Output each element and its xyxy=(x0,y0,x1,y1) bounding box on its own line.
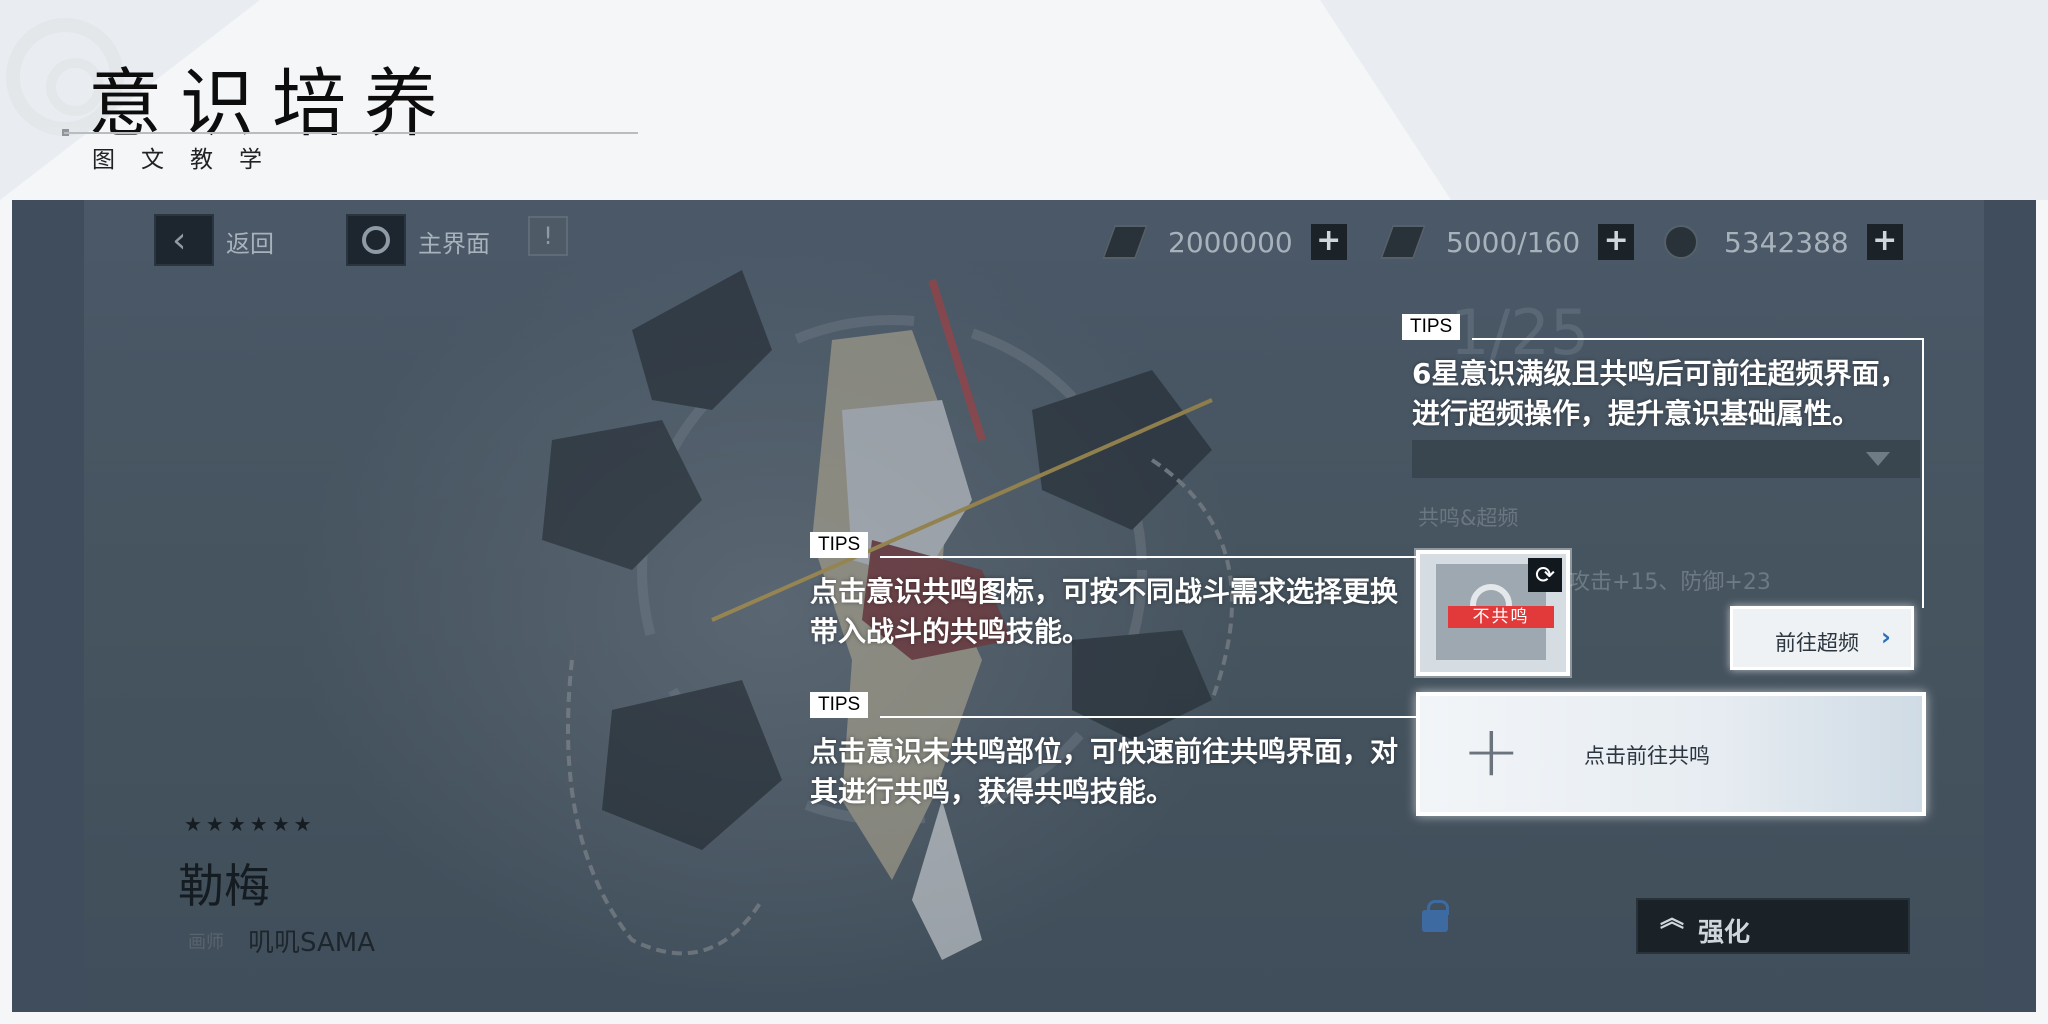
goto-overclock-label: 前往超频 xyxy=(1775,631,1859,655)
rarity-stars: ★★★★★★ xyxy=(184,812,316,836)
resource-stamina: 5000/160 + xyxy=(1379,218,1635,266)
double-chevron-up-icon: ︽ xyxy=(1660,904,1684,932)
back-label: 返回 xyxy=(226,230,274,258)
gem-icon xyxy=(1664,225,1698,259)
tip-connector xyxy=(1922,338,1924,608)
goto-resonance-label: 点击前往共鸣 xyxy=(1584,744,1710,768)
resource-value: 5342388 xyxy=(1724,225,1849,259)
section-title: 共鸣&超频 xyxy=(1418,506,1519,530)
swap-icon[interactable]: ⟳ xyxy=(1528,558,1562,592)
tip-text: 6星意识满级且共鸣后可前往超频界面，进行超频操作，提升意识基础属性。 xyxy=(1412,357,1908,430)
chevron-down-icon xyxy=(1866,452,1890,466)
home-button[interactable] xyxy=(346,214,406,266)
tip-tag: TIPS xyxy=(810,692,869,718)
tip-tag: TIPS xyxy=(1402,314,1461,340)
add-gem-button[interactable]: + xyxy=(1866,224,1903,260)
info-icon[interactable]: ! xyxy=(528,216,568,256)
page-title: 意识培养 xyxy=(88,61,456,147)
enhance-button[interactable]: ︽ 强化 xyxy=(1636,898,1910,954)
tip-text: 点击意识共鸣图标，可按不同战斗需求选择更换带入战斗的共鸣技能。 xyxy=(810,575,1399,648)
no-resonance-badge: 不共鸣 xyxy=(1448,606,1554,628)
ticket-icon xyxy=(1101,225,1149,259)
lock-icon[interactable] xyxy=(1422,900,1449,932)
resource-ticket: 2000000 + xyxy=(1101,218,1347,266)
back-button[interactable]: ‹ xyxy=(154,214,214,266)
resource-gem: 5342388 + xyxy=(1664,218,1903,266)
tip-text: 点击意识未共鸣部位，可快速前往共鸣界面，对其进行共鸣，获得共鸣技能。 xyxy=(810,735,1399,808)
circle-icon xyxy=(362,226,390,254)
page-subtitle: 图文教学 xyxy=(92,147,288,173)
page-header: 意识培养 图文教学 xyxy=(0,0,2048,200)
home-label: 主界面 xyxy=(418,230,490,258)
add-stamina-button[interactable]: + xyxy=(1598,224,1635,260)
goto-overclock-button[interactable]: 前往超频 › xyxy=(1730,606,1914,670)
attribute-dropdown[interactable] xyxy=(1412,440,1920,478)
artist-name: 叽叽SAMA xyxy=(248,928,375,958)
tutorial-page: 意识培养 图文教学 ‹ 返回 主界面 ! 2000000 + 5000/160 … xyxy=(0,0,2048,1024)
goto-resonance-button[interactable]: + 点击前往共鸣 xyxy=(1416,692,1926,816)
resource-value: 2000000 xyxy=(1168,225,1293,259)
add-ticket-button[interactable]: + xyxy=(1310,224,1347,260)
tip-connector xyxy=(880,556,1418,558)
game-screenshot: ‹ 返回 主界面 ! 2000000 + 5000/160 + 5342388 xyxy=(12,200,2036,1012)
title-divider xyxy=(64,132,638,134)
top-bar: ‹ 返回 主界面 ! 2000000 + 5000/160 + 5342388 xyxy=(12,200,2036,280)
stamina-icon xyxy=(1379,225,1427,259)
tip-tag: TIPS xyxy=(810,532,869,558)
tip-connector xyxy=(880,716,1418,718)
plus-icon: + xyxy=(1462,710,1521,792)
resource-value: 5000/160 xyxy=(1446,225,1581,259)
tip-connector xyxy=(1472,338,1924,340)
artist-label: 画师 xyxy=(188,932,224,953)
resonance-icon-button[interactable]: 不共鸣 ⟳ xyxy=(1416,550,1570,676)
chevron-right-icon: › xyxy=(1881,623,1891,651)
resonance-stats: 攻击+15、防御+23 xyxy=(1568,570,1771,595)
chevron-left-icon: ‹ xyxy=(172,220,187,261)
character-name: 勒梅 xyxy=(178,859,270,913)
enhance-label: 强化 xyxy=(1698,918,1751,948)
